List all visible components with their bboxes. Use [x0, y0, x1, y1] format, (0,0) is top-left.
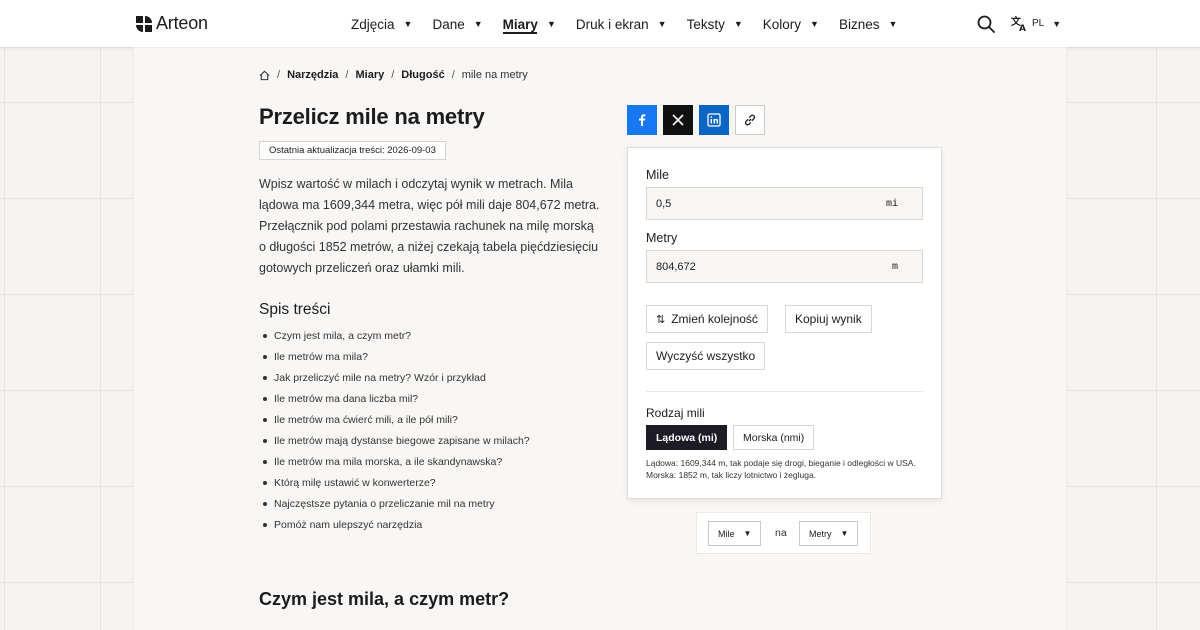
caret-down-icon: ▼ — [888, 19, 898, 29]
language-code: PL — [1032, 18, 1045, 29]
unit-connector: na — [775, 527, 787, 539]
toc-item[interactable]: Którą milę ustawić w konwerterze? — [263, 475, 530, 496]
home-icon[interactable] — [259, 70, 270, 81]
divider — [646, 391, 923, 392]
swap-arrows-icon: ⇅ — [656, 313, 666, 326]
miles-field[interactable]: mi — [646, 187, 923, 220]
last-updated-badge: Ostatnia aktualizacja treści: 2026-09-03 — [259, 141, 446, 160]
miles-unit: mi — [885, 199, 898, 210]
swap-order-button[interactable]: ⇅ Zmień kolejność — [646, 305, 768, 333]
brand-name: Arteon — [156, 13, 208, 33]
main-nav: Zdjęcia ▼ Dane ▼ Miary ▼ Druk i ekran ▼ … — [351, 0, 917, 48]
caret-down-icon: ▼ — [1052, 18, 1062, 29]
copy-result-button[interactable]: Kopiuj wynik — [785, 305, 872, 333]
intro-paragraph: Wpisz wartość w milach i odczytaj wynik … — [259, 177, 600, 275]
nav-item-biznes[interactable]: Biznes ▼ — [839, 0, 897, 48]
top-navigation-bar: Arteon Zdjęcia ▼ Dane ▼ Miary ▼ Druk i e… — [0, 0, 1200, 48]
caret-down-icon: ▼ — [733, 19, 743, 29]
from-unit-select[interactable]: Mile ▼ — [708, 521, 762, 546]
nav-item-label: Druk i ekran — [575, 16, 649, 32]
nav-item-dane[interactable]: Dane ▼ — [432, 0, 482, 48]
breadcrumb: / Narzędzia / Miary / Długość / mile na … — [259, 69, 528, 81]
swap-order-label: Zmień kolejność — [671, 312, 758, 326]
share-x-button[interactable] — [663, 105, 693, 135]
to-unit-value: Metry — [809, 528, 832, 539]
meters-unit: m — [891, 262, 898, 273]
toc-item[interactable]: Ile metrów ma mila morska, a ile skandyn… — [263, 454, 530, 475]
facebook-icon — [639, 114, 646, 126]
miles-field-label: Mile — [646, 168, 669, 182]
mile-type-note: Lądowa: 1609,344 m, tak podaje się drogi… — [646, 458, 916, 480]
mile-type-nautical-option[interactable]: Morska (nmi) — [733, 425, 815, 450]
nav-item-kolory[interactable]: Kolory ▼ — [763, 0, 819, 48]
nav-item-label: Biznes — [838, 16, 880, 32]
caret-down-icon: ▼ — [657, 19, 667, 29]
toc-item[interactable]: Najczęstsze pytania o przeliczanie mil n… — [263, 496, 530, 517]
nav-item-label: Miary — [502, 16, 538, 32]
from-unit-value: Mile — [718, 528, 735, 539]
svg-text:A: A — [1019, 24, 1026, 32]
x-icon — [672, 114, 684, 126]
share-buttons — [627, 105, 771, 135]
link-icon — [744, 114, 756, 126]
caret-down-icon: ▼ — [546, 19, 556, 29]
caret-down-icon: ▼ — [403, 19, 413, 29]
to-unit-select[interactable]: Metry ▼ — [799, 521, 859, 546]
unit-selectors: Mile ▼ na Metry ▼ — [696, 512, 871, 554]
toc-item[interactable]: Jak przeliczyć mile na metry? Wzór i prz… — [263, 370, 530, 391]
toc-item[interactable]: Ile metrów ma mila? — [263, 349, 530, 370]
language-switcher[interactable]: 文 A PL ▼ — [1011, 15, 1061, 32]
share-facebook-button[interactable] — [627, 105, 657, 135]
toc-item[interactable]: Ile metrów ma dana liczba mil? — [263, 391, 530, 412]
share-linkedin-button[interactable] — [699, 105, 729, 135]
nav-item-label: Zdjęcia — [351, 16, 395, 32]
nav-item-label: Dane — [432, 16, 465, 32]
toc-item[interactable]: Pomóż nam ulepszyć narzędzia — [263, 517, 530, 538]
caret-down-icon: ▼ — [743, 529, 752, 538]
breadcrumb-separator: / — [277, 69, 281, 81]
nav-item-label: Teksty — [686, 16, 725, 32]
nav-item-label: Kolory — [762, 16, 802, 32]
miles-input[interactable] — [647, 188, 877, 219]
brand-logo-icon — [136, 15, 152, 32]
clear-all-button[interactable]: Wyczyść wszystko — [646, 342, 766, 370]
breadcrumb-item[interactable]: Długość — [401, 69, 444, 81]
caret-down-icon: ▼ — [810, 19, 819, 29]
meters-field-label: Metry — [646, 231, 678, 245]
breadcrumb-current: mile na metry — [461, 69, 528, 81]
page-title: Przelicz mile na metry — [259, 104, 485, 129]
breadcrumb-separator: / — [391, 69, 395, 81]
nav-item-zdjecia[interactable]: Zdjęcia ▼ — [351, 0, 412, 48]
toc-item[interactable]: Ile metrów mają dystanse biegowe zapisan… — [263, 433, 530, 454]
breadcrumb-item[interactable]: Miary — [355, 69, 384, 81]
breadcrumb-separator: / — [345, 69, 349, 81]
search-icon[interactable] — [977, 15, 995, 33]
caret-down-icon: ▼ — [473, 19, 483, 29]
nav-item-miary[interactable]: Miary ▼ — [503, 0, 556, 48]
toc-title: Spis treści — [259, 301, 331, 318]
mile-type-land-option[interactable]: Lądowa (mi) — [646, 425, 728, 450]
nav-item-druk-i-ekran[interactable]: Druk i ekran ▼ — [576, 0, 667, 48]
breadcrumb-item[interactable]: Narzędzia — [287, 69, 338, 81]
brand-logo[interactable]: Arteon — [136, 13, 208, 34]
copy-link-button[interactable] — [735, 105, 765, 135]
meters-input[interactable] — [647, 251, 877, 282]
linkedin-icon — [707, 113, 721, 127]
breadcrumb-separator: / — [451, 69, 455, 81]
toc-item[interactable]: Czym jest mila, a czym metr? — [263, 328, 530, 349]
meters-field[interactable]: m — [646, 250, 923, 283]
mile-type-label: Rodzaj mili — [646, 406, 705, 420]
translate-icon: 文 A — [1011, 15, 1026, 32]
caret-down-icon: ▼ — [840, 529, 849, 538]
section-heading: Czym jest mila, a czym metr? — [259, 589, 510, 609]
nav-item-teksty[interactable]: Teksty ▼ — [687, 0, 743, 48]
toc-item[interactable]: Ile metrów ma ćwierć mili, a ile pół mil… — [263, 412, 530, 433]
table-of-contents: Czym jest mila, a czym metr? Ile metrów … — [263, 328, 530, 538]
converter-card: Mile mi Metry m ⇅ Zmień kolejność Kopiuj… — [627, 147, 942, 499]
